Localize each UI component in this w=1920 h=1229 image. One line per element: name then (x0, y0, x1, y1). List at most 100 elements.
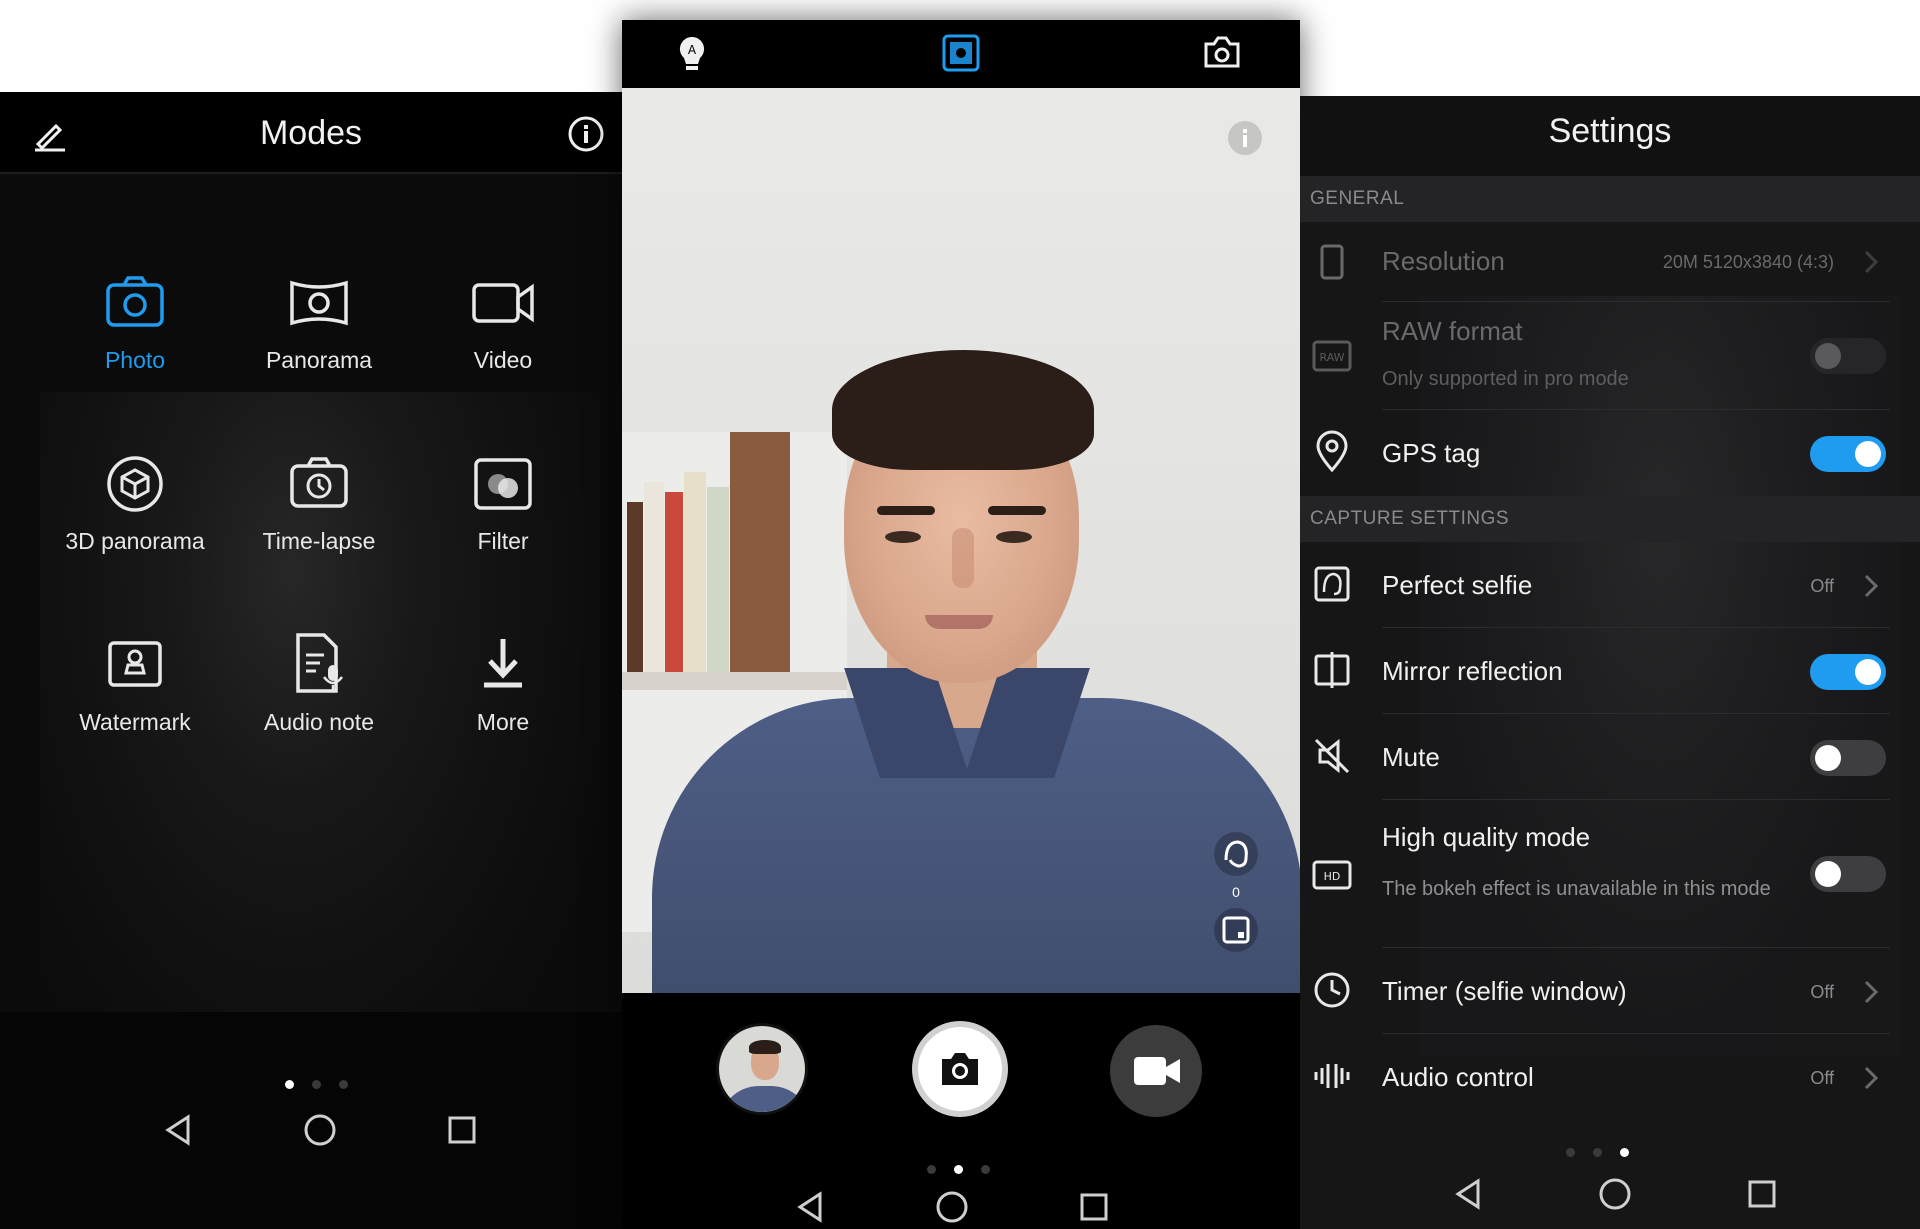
subject-nose (952, 528, 974, 588)
back-icon[interactable] (160, 1112, 196, 1148)
page-dot (927, 1165, 936, 1174)
home-icon[interactable] (1597, 1176, 1633, 1212)
page-title: Modes (259, 114, 363, 152)
video-icon (472, 283, 534, 323)
section-capture-settings: CAPTURE SETTINGS (1300, 496, 1920, 542)
screenshot-canvas: Modes Photo Panorama Video 3D panorama T… (0, 0, 1920, 1229)
mode-watermark[interactable]: Watermark (45, 629, 225, 779)
record-video-button[interactable] (1110, 1025, 1202, 1117)
mode-label: Watermark (79, 709, 191, 735)
setting-label: Mute (1382, 742, 1440, 772)
subject-eye (885, 531, 921, 543)
page-dot (981, 1165, 990, 1174)
back-icon[interactable] (792, 1189, 828, 1225)
recents-icon[interactable] (444, 1112, 480, 1148)
mode-label: Panorama (265, 347, 373, 373)
page-dot (1566, 1148, 1575, 1157)
mirror-reflection-toggle[interactable] (1810, 654, 1886, 690)
page-indicator (285, 1080, 348, 1089)
subject-eye (996, 531, 1032, 543)
setting-resolution[interactable]: Resolution 20M 5120x3840 (4:3) (1300, 222, 1920, 302)
time-lapse-icon (290, 457, 348, 508)
mode-label: Filter (477, 528, 529, 554)
setting-value: Off (1810, 1068, 1834, 1088)
setting-label: GPS tag (1382, 438, 1481, 468)
setting-audio-control[interactable]: Audio control Off (1300, 1034, 1920, 1120)
subject-brow (988, 506, 1046, 515)
setting-high-quality-mode[interactable]: HD High quality mode The bokeh effect is… (1300, 800, 1920, 948)
panorama-icon (290, 280, 348, 326)
perfect-selfie-icon (1314, 566, 1350, 602)
info-icon[interactable] (1225, 118, 1265, 158)
setting-label: Perfect selfie (1382, 570, 1533, 600)
high-quality-mode-toggle[interactable] (1810, 856, 1886, 892)
gallery-thumbnail[interactable] (716, 1023, 808, 1115)
camera-toolbar: A (622, 20, 1300, 88)
setting-value: 20M 5120x3840 (4:3) (1662, 252, 1834, 272)
setting-label: Timer (selfie window) (1382, 976, 1627, 1006)
setting-perfect-selfie[interactable]: Perfect selfie Off (1300, 542, 1920, 628)
raw-icon: RAW (1312, 340, 1352, 372)
resolution-icon (1320, 244, 1344, 280)
video-icon (1134, 1057, 1180, 1085)
aspect-ratio-icon[interactable] (1212, 906, 1260, 954)
setting-label: Resolution (1382, 246, 1505, 276)
location-pin-icon (1316, 430, 1348, 473)
section-label: CAPTURE SETTINGS (1310, 508, 1510, 529)
audio-control-icon (1314, 1064, 1350, 1088)
chevron-right-icon (1864, 250, 1879, 274)
mode-more[interactable]: More (413, 629, 593, 779)
flash-auto-icon[interactable]: A (674, 34, 710, 74)
settings-panel: Settings GENERAL Resolution 20M 5120x384… (1300, 96, 1920, 1229)
mirror-icon (1314, 652, 1350, 688)
mode-video[interactable]: Video (413, 267, 593, 417)
setting-sublabel: The bokeh effect is unavailable in this … (1382, 878, 1771, 900)
section-general: GENERAL (1300, 176, 1920, 222)
info-icon[interactable] (566, 114, 606, 154)
mode-audio-note[interactable]: Audio note (229, 629, 409, 779)
back-icon[interactable] (1450, 1176, 1486, 1212)
setting-mirror-reflection[interactable]: Mirror reflection (1300, 628, 1920, 714)
subject-brow (877, 506, 935, 515)
mute-toggle[interactable] (1810, 740, 1886, 776)
mode-label: Time-lapse (262, 528, 376, 554)
system-nav-bar (792, 1189, 1112, 1225)
svg-text:HD: HD (1324, 870, 1341, 883)
camera-viewfinder[interactable]: 0 (622, 88, 1300, 993)
beauty-icon[interactable] (1212, 830, 1260, 878)
settings-header: Settings (1300, 96, 1920, 176)
page-dot (285, 1080, 294, 1089)
mode-photo[interactable]: Photo (45, 267, 225, 417)
page-dot (339, 1080, 348, 1089)
watermark-icon (108, 641, 162, 687)
mode-filter[interactable]: Filter (413, 448, 593, 598)
setting-label: High quality mode (1382, 822, 1591, 852)
recents-icon[interactable] (1744, 1176, 1780, 1212)
svg-text:A: A (688, 43, 697, 57)
modes-footer (0, 1012, 622, 1229)
recents-icon[interactable] (1076, 1189, 1112, 1225)
page-dot (954, 1165, 963, 1174)
mode-label: Audio note (264, 709, 374, 735)
switch-camera-icon[interactable] (1200, 32, 1244, 74)
page-indicator (927, 1165, 990, 1174)
3d-panorama-icon (107, 456, 163, 512)
modes-header: Modes (0, 92, 622, 174)
home-icon[interactable] (934, 1189, 970, 1225)
camera-panel: A 0 (622, 20, 1300, 1229)
mode-panorama[interactable]: Panorama (229, 267, 409, 417)
gps-tag-toggle[interactable] (1810, 436, 1886, 472)
high-quality-icon: HD (1312, 860, 1352, 890)
mode-label: More (476, 709, 530, 735)
system-nav-bar (160, 1112, 480, 1148)
setting-timer[interactable]: Timer (selfie window) Off (1300, 948, 1920, 1034)
home-icon[interactable] (302, 1112, 338, 1148)
mode-3d-panorama[interactable]: 3D panorama (45, 448, 225, 598)
shutter-button[interactable] (912, 1021, 1008, 1117)
setting-gps-tag[interactable]: GPS tag (1300, 410, 1920, 496)
setting-mute[interactable]: Mute (1300, 714, 1920, 800)
portrait-mode-icon[interactable] (940, 32, 982, 74)
mode-time-lapse[interactable]: Time-lapse (229, 448, 409, 598)
setting-value: Off (1810, 982, 1834, 1002)
section-label: GENERAL (1310, 188, 1405, 209)
